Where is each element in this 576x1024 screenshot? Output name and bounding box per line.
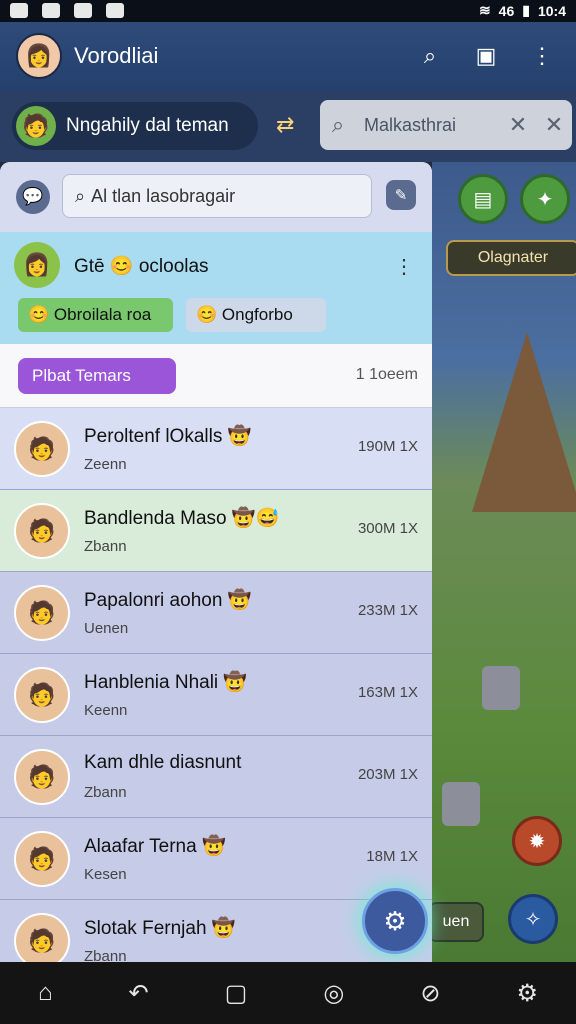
- chat-avatar: 🧑: [14, 748, 70, 805]
- status-bar: ≋ 46 ▮ 10:4: [0, 0, 576, 22]
- wifi-icon: ≋: [478, 2, 491, 18]
- more-icon[interactable]: ⋮: [520, 34, 564, 78]
- chat-avatar: 🧑: [14, 666, 70, 723]
- chat-name: Alaafar Terna 🤠: [84, 836, 226, 857]
- top-search-placeholder: Malkasthrai: [364, 114, 457, 135]
- chat-name: Peroltenf lOkalls 🤠: [84, 426, 252, 447]
- chat-subtitle: Kesen: [84, 866, 127, 883]
- game-pill[interactable]: Olagnater: [446, 240, 576, 276]
- chat-subtitle: Zeenn: [84, 456, 127, 473]
- search-icon: ⌕: [331, 112, 345, 137]
- robot-figure: [442, 782, 480, 826]
- gear-icon: ⚙: [383, 905, 407, 936]
- panel-search-field[interactable]: ⌕ Al tlan lasobragair: [62, 174, 372, 218]
- compass-icon[interactable]: ⊘: [420, 979, 440, 1008]
- close-icon[interactable]: ✕: [536, 112, 572, 138]
- chat-name: Bandlenda Maso 🤠😅: [84, 508, 280, 529]
- robot-figure: [482, 666, 520, 710]
- sub-toolbar: 🧑 Nngahily dal teman ⇄ ⌕ Malkasthrai ✕ ✕: [0, 90, 576, 162]
- group-tag-label: Obroilala roa: [53, 305, 152, 324]
- chat-meta: 163M 1X: [357, 684, 418, 701]
- chat-subtitle: Zbann: [84, 538, 127, 555]
- top-search-field[interactable]: ⌕ Malkasthrai ✕ ✕: [320, 100, 572, 150]
- edit-icon[interactable]: ✎: [386, 180, 416, 210]
- panel-header: 💬 ⌕ Al tlan lasobragair ✎: [0, 162, 432, 232]
- chat-subtitle: Zbann: [84, 784, 127, 801]
- chat-row[interactable]: 🧑 Papalonri aohon 🤠 Uenen 233M 1X: [0, 572, 432, 654]
- system-navigation-bar: ⌂ ↶ ▢ ◎ ⊘ ⚙: [0, 962, 576, 1024]
- x-notification-icon: [42, 3, 60, 18]
- search-icon: ⌕: [75, 185, 86, 206]
- notification-icon[interactable]: ▣: [464, 34, 508, 78]
- chat-subtitle: Keenn: [84, 702, 128, 719]
- cat-notification-icon: [106, 3, 124, 18]
- battery-icon: ▮: [522, 2, 530, 18]
- chat-meta: 18M 1X: [366, 848, 418, 865]
- clear-icon[interactable]: ✕: [500, 112, 536, 138]
- search-icon[interactable]: ⌕: [408, 34, 452, 78]
- chat-name: Slotak Fernjah 🤠: [84, 918, 236, 939]
- swap-icon[interactable]: ⇄: [276, 112, 308, 140]
- app-title: Vorodliai: [74, 43, 159, 68]
- settings-icon[interactable]: ⚙: [516, 979, 538, 1008]
- home-icon[interactable]: ⌂: [38, 979, 53, 1007]
- app-bar: 👩 Vorodliai ⌕ ▣ ⋮: [0, 22, 576, 90]
- group-avatar: 👩: [14, 242, 60, 288]
- user-avatar[interactable]: 👩: [16, 33, 62, 79]
- network-indicator: 46: [498, 2, 515, 19]
- chat-name: Kam dhle diasnunt: [84, 752, 242, 773]
- chat-row[interactable]: 🧑 Bandlenda Maso 🤠😅 Zbann 300M 1X: [0, 490, 432, 572]
- chat-row[interactable]: 🧑 Kam dhle diasnunt Zbann 203M 1X: [0, 736, 432, 818]
- group-card[interactable]: 👩 Gtē 😊 ocloolas ⋮ 😊 Obroilala roa 😊 Ong…: [0, 232, 432, 344]
- profile-avatar: 🧑: [16, 106, 56, 146]
- chat-avatar: 🧑: [14, 420, 70, 477]
- inventory-icon[interactable]: ▤: [458, 174, 508, 224]
- chat-row[interactable]: 🧑 Peroltenf lOkalls 🤠 Zeenn 190M 1X: [0, 408, 432, 490]
- back-icon[interactable]: ↶: [129, 979, 149, 1008]
- settings-fab[interactable]: ⚙: [362, 888, 428, 954]
- group-tag-primary[interactable]: 😊 Obroilala roa: [18, 298, 173, 332]
- chat-row[interactable]: 🧑 Hanblenia Nhali 🤠 Keenn 163M 1X: [0, 654, 432, 736]
- chat-name: Hanblenia Nhali 🤠: [84, 672, 248, 693]
- image-notification-icon: [10, 3, 28, 18]
- character-icon[interactable]: ✦: [520, 174, 570, 224]
- chat-avatar: 🧑: [14, 913, 70, 962]
- chat-name: Papalonri aohon 🤠: [84, 590, 252, 611]
- profile-name: Nngahily dal teman: [66, 115, 229, 136]
- group-tag-label: Ongforbo: [221, 305, 293, 324]
- recents-icon[interactable]: ▢: [225, 979, 248, 1008]
- compass-icon[interactable]: ✧: [508, 894, 558, 944]
- chat-row[interactable]: 🧑 Alaafar Terna 🤠 Kesen 18M 1X: [0, 818, 432, 900]
- more-icon[interactable]: ⋮: [394, 254, 414, 279]
- chat-meta: 203M 1X: [357, 766, 418, 783]
- panel-search-placeholder: Al tlan lasobragair: [91, 185, 236, 206]
- tag-bar: Plbat Temars 1 1oeem: [0, 344, 432, 408]
- chat-meta: 300M 1X: [357, 520, 418, 537]
- tag-button[interactable]: Plbat Temars: [18, 358, 176, 394]
- chat-avatar: 🧑: [14, 502, 70, 559]
- chat-subtitle: Uenen: [84, 620, 129, 637]
- group-tag-secondary[interactable]: 😊 Ongforbo: [186, 298, 326, 332]
- game-pill-secondary[interactable]: uen: [428, 902, 484, 942]
- chat-subtitle: Zbann: [84, 948, 127, 962]
- profile-chip[interactable]: 🧑 Nngahily dal teman: [12, 102, 258, 150]
- game-background: ▤ ✦ Olagnater ✹ uen ✧: [428, 162, 576, 962]
- chat-avatar: 🧑: [14, 584, 70, 641]
- chat-bubble-icon[interactable]: ◎: [323, 979, 344, 1008]
- mountain-illustration: [472, 332, 576, 512]
- chat-panel: 💬 ⌕ Al tlan lasobragair ✎ 👩 Gtē 😊 oclool…: [0, 162, 432, 962]
- chat-icon[interactable]: 💬: [16, 180, 50, 214]
- chat-meta: 190M 1X: [357, 438, 418, 455]
- action-icon[interactable]: ✹: [512, 816, 562, 866]
- chat-avatar: 🧑: [14, 830, 70, 887]
- group-title: Gtē 😊 ocloolas: [74, 256, 209, 277]
- emoji-icon: 😊: [196, 305, 218, 324]
- member-count: 1 1oeem: [355, 366, 418, 383]
- clock: 10:4: [537, 2, 566, 19]
- emoji-icon: 😊: [28, 305, 50, 324]
- chat-meta: 233M 1X: [357, 602, 418, 619]
- avatar-notification-icon: [74, 3, 92, 18]
